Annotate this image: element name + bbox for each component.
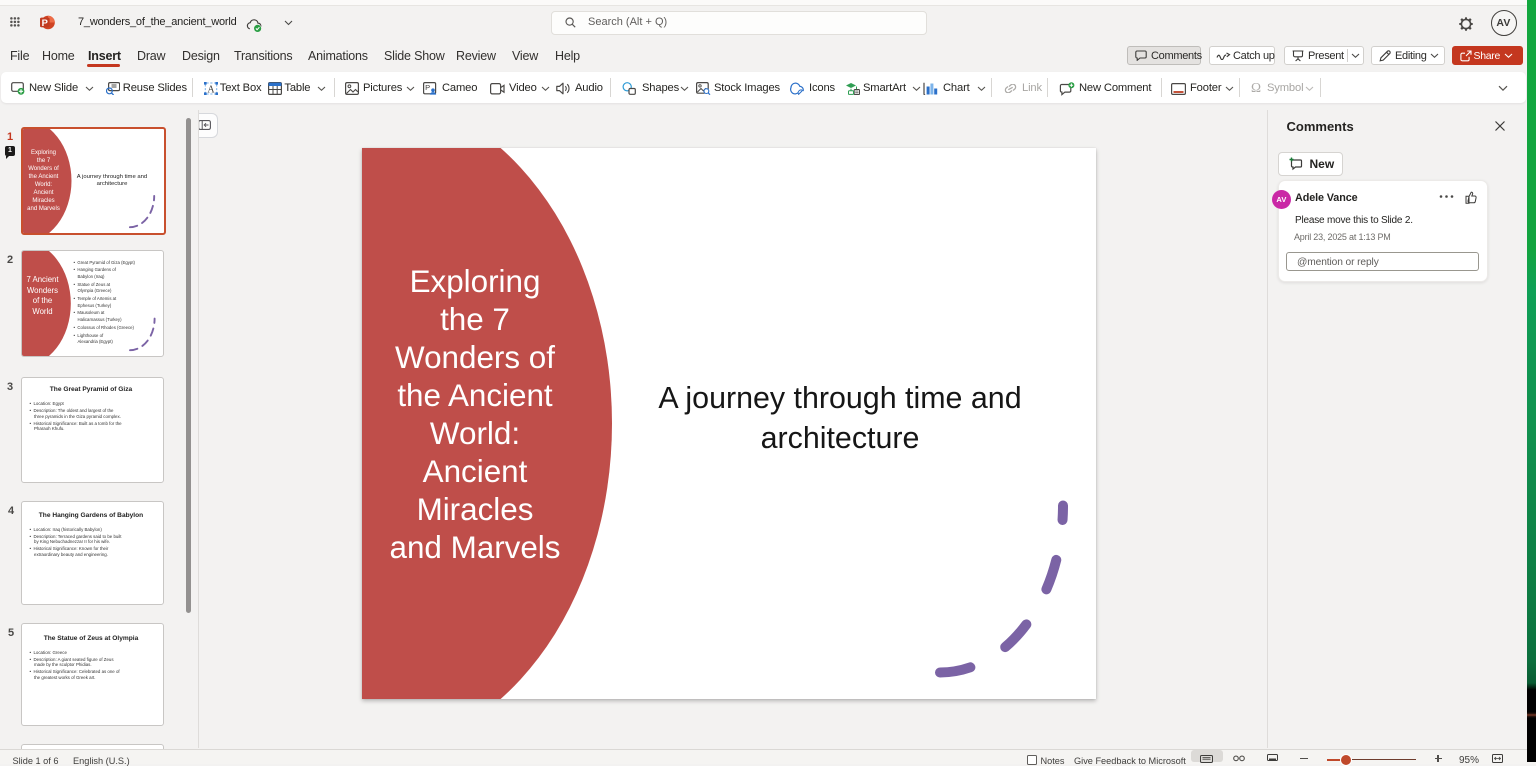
svg-text:A: A [207, 84, 215, 95]
svg-text:P: P [425, 83, 430, 92]
svg-text:P: P [42, 17, 48, 28]
